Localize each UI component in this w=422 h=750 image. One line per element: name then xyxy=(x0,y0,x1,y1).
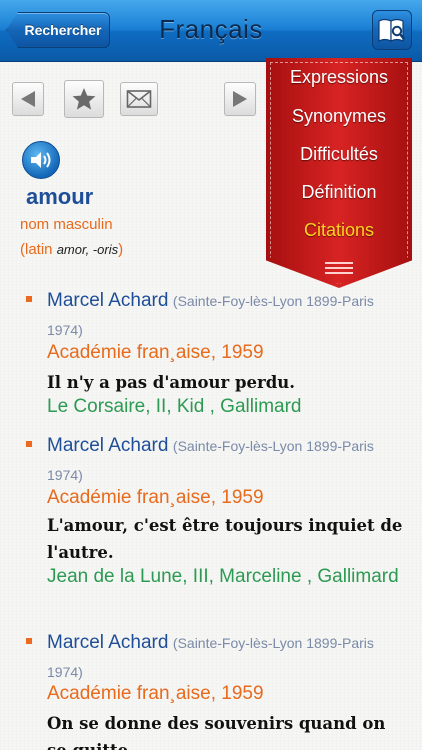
part-of-speech: nom masculin xyxy=(20,216,113,233)
citation-author-line: Marcel Achard (Sainte-Foy-lès-Lyon 1899-… xyxy=(47,628,407,687)
pronunciation-button[interactable] xyxy=(22,141,60,179)
menu-item-synonymes[interactable]: Synonymes xyxy=(266,106,412,127)
arrow-right-icon xyxy=(233,91,247,107)
ribbon-stitching xyxy=(270,62,408,284)
citation-quote: L'amour, c'est être toujours inquiet de … xyxy=(47,516,403,562)
citation-author-line: Marcel Achard (Sainte-Foy-lès-Lyon 1899-… xyxy=(47,431,407,490)
citation-bullet xyxy=(26,296,32,302)
citation-bullet xyxy=(26,441,32,447)
speaker-icon xyxy=(31,152,51,168)
menu-item-definition[interactable]: Définition xyxy=(266,182,412,203)
etymology-prefix: (latin xyxy=(20,241,57,258)
menu-item-citations[interactable]: Citations xyxy=(266,220,412,241)
citation-academy: Académie fran¸aise, 1959 xyxy=(47,342,264,363)
page-title: Français xyxy=(159,14,263,44)
menu-item-expressions[interactable]: Expressions xyxy=(266,67,412,88)
citation-author[interactable]: Marcel Achard xyxy=(47,435,168,456)
previous-entry-button[interactable] xyxy=(12,82,44,116)
citation-source: Le Corsaire, II, Kid , Gallimard xyxy=(47,396,302,417)
dictionary-search-button[interactable] xyxy=(372,10,412,50)
dictionary-search-icon xyxy=(378,18,405,42)
citation-author[interactable]: Marcel Achard xyxy=(47,290,168,311)
citation-author-line: Marcel Achard (Sainte-Foy-lès-Lyon 1899-… xyxy=(47,286,407,345)
citation-quote: Il n'y a pas d'amour perdu. xyxy=(47,373,295,392)
menu-lines-icon[interactable] xyxy=(325,262,353,276)
arrow-left-icon xyxy=(21,91,35,107)
citation-source: Jean de la Lune, III, Marceline , Gallim… xyxy=(47,566,399,587)
star-icon xyxy=(72,88,96,110)
etymology-suffix: ) xyxy=(118,241,124,258)
citation-academy: Académie fran¸aise, 1959 xyxy=(47,487,264,508)
envelope-icon xyxy=(126,90,152,108)
citation-academy: Académie fran¸aise, 1959 xyxy=(47,683,264,704)
headword: amour xyxy=(26,184,94,209)
etymology-latin: amor, -oris xyxy=(56,242,119,257)
favorite-button[interactable] xyxy=(64,80,104,118)
menu-item-difficultes[interactable]: Difficultés xyxy=(266,144,412,165)
email-button[interactable] xyxy=(120,82,158,116)
citation-bullet xyxy=(26,638,32,644)
citation-author[interactable]: Marcel Achard xyxy=(47,632,168,653)
next-entry-button[interactable] xyxy=(224,82,256,116)
citation-quote: On se donne des souvenirs quand on se qu… xyxy=(47,714,386,750)
etymology: (latin amor, -oris) xyxy=(20,241,123,258)
navigation-bar: Rechercher Français xyxy=(0,0,422,62)
